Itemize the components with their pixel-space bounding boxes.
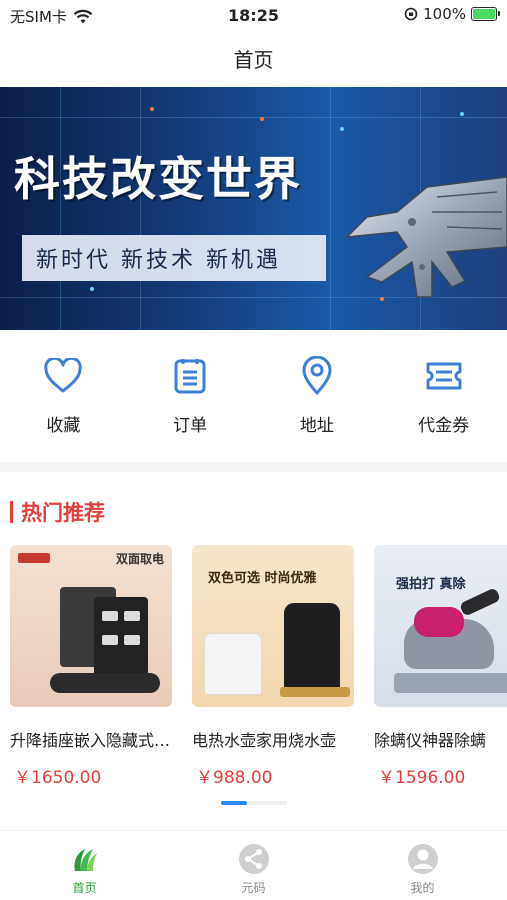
quick-menu-address[interactable]: 地址	[254, 355, 381, 455]
quick-menu-label: 订单	[173, 416, 208, 436]
brand-logo-icon	[18, 553, 50, 563]
share-icon	[238, 844, 269, 874]
quick-menu-label: 收藏	[46, 416, 81, 436]
product-image-caption: 双色可选 时尚优雅	[208, 571, 317, 586]
battery-percent: 100%	[423, 5, 466, 23]
scroll-indicator-thumb	[221, 801, 247, 805]
carousel-scroll-indicator	[221, 801, 287, 805]
product-card[interactable]: 强拍打 真除 除螨仪神器除螨 ￥1596.00	[374, 545, 507, 785]
tab-label: 我的	[410, 881, 435, 895]
status-bar: 无SIM卡 18:25 100%	[0, 0, 507, 32]
battery-icon	[471, 7, 500, 21]
section-title: 热门推荐	[21, 501, 105, 525]
user-avatar-icon	[407, 844, 438, 874]
product-image: 双面取电	[10, 545, 172, 707]
quick-menu-label: 代金券	[418, 416, 470, 436]
product-price: ￥1650.00	[14, 768, 102, 785]
quick-menu-orders[interactable]: 订单	[127, 355, 254, 455]
quick-menu: 收藏 订单 地址 代金券	[0, 355, 507, 455]
banner-title: 科技改变世界	[14, 152, 302, 206]
product-price: ￥1596.00	[378, 768, 466, 785]
product-name: 升降插座嵌入隐藏式桌面插座	[10, 731, 172, 750]
bottom-tab-bar: 首页 元码 我的	[0, 830, 507, 900]
banner-carousel[interactable]: 科技改变世界 新时代 新技术 新机遇	[0, 87, 507, 330]
coupon-ticket-icon	[426, 362, 462, 390]
product-name: 电热水壶家用烧水壶	[192, 731, 337, 750]
orientation-lock-icon	[404, 7, 418, 21]
quick-menu-label: 地址	[299, 416, 334, 436]
status-right: 100%	[404, 5, 500, 23]
product-name: 除螨仪神器除螨	[374, 731, 487, 750]
banner-subtitle: 新时代 新技术 新机遇	[16, 235, 326, 281]
product-price: ￥988.00	[196, 768, 273, 785]
tab-code[interactable]: 元码	[169, 831, 338, 900]
tab-label: 元码	[241, 881, 266, 895]
section-header: 热门推荐	[10, 497, 105, 527]
product-image: 强拍打 真除	[374, 545, 507, 707]
product-card[interactable]: 双色可选 时尚优雅 电热水壶家用烧水壶 ￥988.00	[192, 545, 354, 785]
tab-home[interactable]: 首页	[0, 831, 169, 900]
product-image: 双色可选 时尚优雅	[192, 545, 354, 707]
section-accent-bar	[10, 501, 13, 523]
robot-hand-image	[344, 176, 507, 298]
product-carousel[interactable]: 双面取电 升降插座嵌入隐藏式桌面插座 ￥1650.00 双色可选 时尚优雅 电热…	[0, 545, 507, 785]
product-image-caption: 双面取电	[115, 551, 164, 566]
page-title: 首页	[233, 48, 274, 72]
product-image-caption: 强拍打 真除	[396, 577, 466, 592]
tab-label: 首页	[72, 881, 97, 895]
order-list-icon	[174, 359, 206, 394]
tab-profile[interactable]: 我的	[338, 831, 507, 900]
quick-menu-coupons[interactable]: 代金券	[380, 355, 507, 455]
location-pin-icon	[302, 356, 332, 395]
product-card[interactable]: 双面取电 升降插座嵌入隐藏式桌面插座 ￥1650.00	[10, 545, 172, 785]
leaf-logo-icon	[73, 849, 97, 871]
section-divider	[0, 462, 507, 472]
quick-menu-favorites[interactable]: 收藏	[0, 355, 127, 455]
heart-icon	[44, 358, 83, 393]
